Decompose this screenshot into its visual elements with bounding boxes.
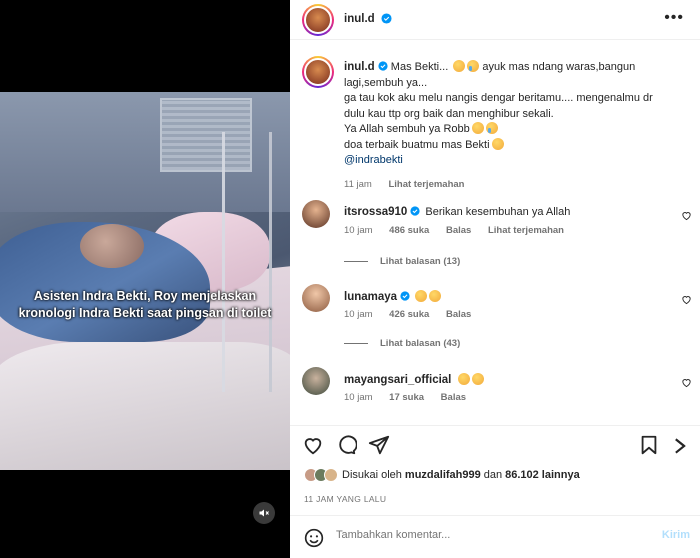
comment-likes[interactable]: 426 suka <box>389 309 429 320</box>
comment-translate-link[interactable]: Lihat terjemahan <box>488 225 564 236</box>
video-player[interactable]: Asisten Indra Bekti, Roy menjelaskan kro… <box>0 92 290 470</box>
comment-avatar[interactable] <box>302 200 330 228</box>
comment-avatar[interactable] <box>302 367 330 395</box>
comment-meta: 10 jam 17 suka Balas <box>344 392 480 403</box>
emoji-picker-icon[interactable] <box>304 528 324 548</box>
post-comment-button[interactable]: Kirim <box>662 529 690 541</box>
more-options-icon[interactable]: ••• <box>664 10 684 26</box>
caption-meta: 11 jam Lihat terjemahan <box>344 177 684 193</box>
likes-count[interactable]: 86.102 lainnya <box>505 469 580 481</box>
liked-by-user[interactable]: muzdalifah999 <box>405 469 481 481</box>
mute-button[interactable] <box>253 502 275 524</box>
comment-body: mayangsari_official <box>344 373 485 386</box>
caption-line-1: inul.d Mas Bekti... ayuk mas ndang waras… <box>344 60 684 76</box>
comment-username[interactable]: lunamaya <box>344 291 397 303</box>
caption-line-4: dulu kau ttp org baik dan menghibur seka… <box>344 107 554 120</box>
author-avatar-image <box>304 6 332 34</box>
video-scene-patient <box>80 224 144 268</box>
like-comment-heart-icon[interactable] <box>681 210 692 221</box>
comment-body: lunamaya <box>344 290 442 303</box>
caption-author-avatar-image <box>304 58 332 86</box>
liker-avatar <box>324 468 338 482</box>
save-bookmark-icon[interactable] <box>638 434 660 456</box>
instagram-post-view: Asisten Indra Bekti, Roy menjelaskan kro… <box>0 0 700 558</box>
likes-summary: Disukai oleh muzdalifah999 dan 86.102 la… <box>304 468 583 482</box>
caption-text-1: Mas Bekti... <box>390 61 449 73</box>
author-avatar[interactable] <box>302 4 334 36</box>
caption-line-5: Ya Allah sembuh ya Robb <box>344 122 684 138</box>
caption-mention[interactable]: @indrabekti <box>344 153 684 169</box>
caption-line-6: doa terbaik buatmu mas Bekti <box>344 137 684 154</box>
caption-author-avatar[interactable] <box>302 56 334 88</box>
video-caption-overlay: Asisten Indra Bekti, Roy menjelaskan kro… <box>18 289 272 320</box>
comment-avatar[interactable] <box>302 284 330 312</box>
smiling-halo-emoji-icon <box>471 122 484 134</box>
verified-badge-icon <box>381 13 392 24</box>
crying-face-emoji-icon <box>485 122 498 134</box>
verified-badge-icon <box>410 206 420 216</box>
comment-reply-button[interactable]: Balas <box>446 309 471 320</box>
collapse-icon[interactable] <box>672 436 688 456</box>
caption-text-1b: ayuk mas ndang waras,bangun <box>482 61 636 73</box>
smiling-halo-emoji-icon <box>491 137 504 150</box>
comment-reply-button[interactable]: Balas <box>446 225 471 236</box>
video-scene-bed-rail <box>222 132 272 392</box>
post-action-bar <box>290 425 700 465</box>
post-details-panel: inul.d ••• inul.d Mas Bekti... ayuk mas … <box>290 0 700 558</box>
comment-username[interactable]: itsrossa910 <box>344 206 407 218</box>
verified-badge-icon <box>378 61 388 71</box>
crying-face-emoji-icon <box>467 60 480 72</box>
comment-bubble-icon[interactable] <box>335 434 357 456</box>
caption-author-username[interactable]: inul.d <box>344 61 375 73</box>
comment-meta: 10 jam 426 suka Balas <box>344 309 485 320</box>
view-replies-label: Lihat balasan (43) <box>380 338 461 349</box>
caption-time[interactable]: 11 jam <box>344 179 372 190</box>
post-caption: inul.d Mas Bekti... ayuk mas ndang waras… <box>344 60 684 192</box>
sad-face-emoji-icon <box>415 290 428 302</box>
likes-prefix: Disukai oleh <box>342 469 402 481</box>
sad-face-emoji-icon <box>458 373 471 385</box>
replies-divider <box>344 343 368 344</box>
view-replies-button[interactable]: Lihat balasan (43) <box>344 338 460 349</box>
comment-likes[interactable]: 17 suka <box>389 392 424 403</box>
comment-input[interactable] <box>336 529 636 541</box>
sad-face-emoji-icon <box>429 290 442 302</box>
comment-username[interactable]: mayangsari_official <box>344 374 451 386</box>
comment-time[interactable]: 10 jam <box>344 225 373 236</box>
view-replies-button[interactable]: Lihat balasan (13) <box>344 256 460 267</box>
like-comment-heart-icon[interactable] <box>681 294 692 305</box>
comment-text: Berikan kesembuhan ya Allah <box>425 206 571 218</box>
comment-meta: 10 jam 486 suka Balas Lihat terjemahan <box>344 225 578 236</box>
media-panel: Asisten Indra Bekti, Roy menjelaskan kro… <box>0 0 290 558</box>
caption-line-2: lagi,sembuh ya... <box>344 76 428 89</box>
author-username[interactable]: inul.d <box>344 13 375 25</box>
comment-likes[interactable]: 486 suka <box>389 225 429 236</box>
verified-badge-icon <box>400 291 410 301</box>
caption-text-5: Ya Allah sembuh ya Robb <box>344 123 470 135</box>
comment-time[interactable]: 10 jam <box>344 392 373 403</box>
post-header: inul.d ••• <box>290 0 700 40</box>
add-comment-bar: Kirim <box>290 515 700 558</box>
share-paper-plane-icon[interactable] <box>368 434 390 456</box>
caption-text-6: doa terbaik buatmu mas Bekti <box>344 138 490 151</box>
sad-face-emoji-icon <box>472 373 485 385</box>
speaker-muted-icon <box>259 509 269 517</box>
caption-translate-link[interactable]: Lihat terjemahan <box>388 179 464 190</box>
likers-avatars[interactable] <box>304 468 338 482</box>
caption-line-3: ga tau kok aku melu nangis dengar berita… <box>344 92 653 104</box>
comment-time[interactable]: 10 jam <box>344 309 373 320</box>
post-timestamp[interactable]: 11 JAM YANG LALU <box>304 494 386 504</box>
comment-reply-button[interactable]: Balas <box>441 392 466 403</box>
view-replies-label: Lihat balasan (13) <box>380 256 461 267</box>
replies-divider <box>344 261 368 262</box>
comment-body: itsrossa910 Berikan kesembuhan ya Allah <box>344 206 570 218</box>
like-heart-icon[interactable] <box>302 434 324 456</box>
likes-mid: dan <box>483 469 503 481</box>
sad-face-emoji-icon <box>453 60 466 72</box>
like-comment-heart-icon[interactable] <box>681 377 692 388</box>
